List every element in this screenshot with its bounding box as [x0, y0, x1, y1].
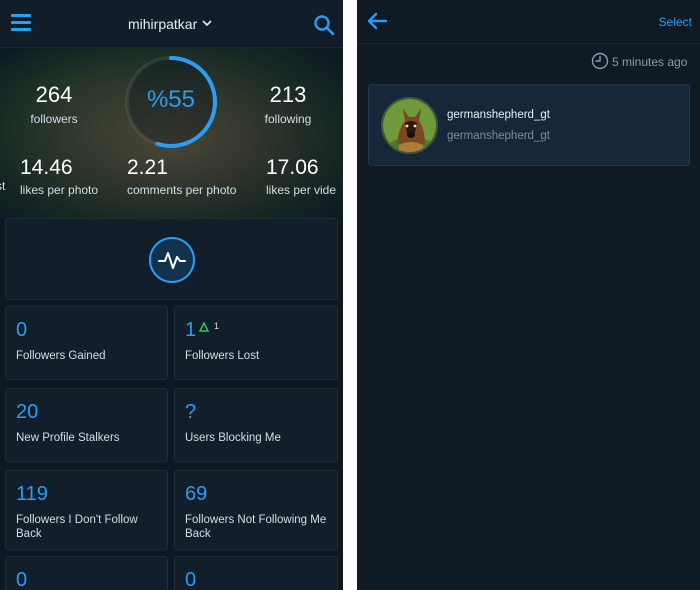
partial-stat: st — [0, 179, 10, 193]
tile-followers-gained[interactable]: 0 Followers Gained — [5, 306, 168, 380]
activity-pulse-icon[interactable] — [148, 236, 196, 284]
tile-label: Followers Gained — [16, 350, 106, 362]
partial-stat-label: st — [0, 179, 6, 193]
tile-followers-i-dont-follow-back[interactable]: 119 Followers I Don't Follow Back — [5, 470, 168, 550]
list-header: Select — [357, 0, 700, 44]
followers-stat[interactable]: 264 followers — [14, 82, 94, 126]
user-handle: germanshepherd_gt — [447, 130, 550, 142]
activity-card[interactable] — [5, 218, 338, 300]
likes-per-photo-value: 14.46 — [20, 156, 73, 179]
tile-value: 20 — [16, 401, 39, 423]
tile-value: 0 — [16, 319, 28, 341]
following-stat[interactable]: 213 following — [248, 82, 328, 126]
clock-icon — [591, 52, 609, 70]
dashboard-screen: mihirpatkar 264 followers %55 213 follow… — [0, 0, 343, 590]
tile-value: ? — [185, 401, 197, 423]
tile-label: Users Blocking Me — [185, 432, 281, 444]
comments-per-photo-stat: 2.21 comments per photo — [127, 156, 257, 197]
tile-label: New Profile Stalkers — [16, 432, 120, 444]
search-icon[interactable] — [313, 14, 335, 36]
following-label: following — [264, 112, 312, 126]
triangle-up-icon — [199, 322, 209, 332]
select-button[interactable]: Select — [659, 15, 692, 29]
comments-per-photo-value: 2.21 — [127, 156, 168, 179]
tile-label: Followers I Don't Follow Back — [16, 514, 138, 540]
likes-per-video-label: likes per vide — [266, 183, 337, 197]
comments-per-photo-label: comments per photo — [127, 183, 237, 197]
hamburger-menu-icon[interactable] — [11, 14, 31, 32]
tile-value: 119 — [16, 483, 48, 505]
tile-partial-right[interactable]: 0 — [174, 556, 338, 590]
avatar[interactable] — [381, 97, 438, 154]
tile-partial-left[interactable]: 0 — [5, 556, 168, 590]
account-username[interactable]: mihirpatkar — [128, 16, 197, 32]
tile-label: Followers Lost — [185, 350, 260, 362]
profile-stats-hero: 264 followers %55 213 following st 14.46… — [0, 48, 343, 218]
user-list-screen: Select 5 minutes ago germanshepherd_gt g… — [357, 0, 700, 590]
followers-count: 264 — [35, 82, 73, 107]
tile-followers-lost[interactable]: 1 1 Followers Lost — [174, 306, 338, 380]
tile-value: 69 — [185, 483, 208, 505]
likes-per-video-stat: 17.06 likes per vide — [266, 156, 343, 197]
last-updated-time: 5 minutes ago — [612, 55, 688, 69]
tile-value: 0 — [16, 569, 28, 590]
tile-followers-not-following-me-back[interactable]: 69 Followers Not Following Me Back — [174, 470, 338, 550]
followers-label: followers — [30, 112, 78, 126]
delta-value: 1 — [214, 321, 220, 331]
tile-label: Followers Not Following Me Back — [185, 514, 327, 540]
likes-per-video-value: 17.06 — [266, 156, 319, 179]
tile-users-blocking-me[interactable]: ? Users Blocking Me — [174, 388, 338, 462]
likes-per-photo-stat: 14.46 likes per photo — [20, 156, 120, 197]
app-header: mihirpatkar — [0, 0, 343, 48]
user-display-name: germanshepherd_gt — [447, 109, 550, 121]
chevron-down-icon[interactable] — [201, 17, 213, 29]
engagement-percent: %55 — [146, 86, 196, 113]
likes-per-photo-label: likes per photo — [20, 183, 99, 197]
list-item[interactable]: germanshepherd_gt germanshepherd_gt — [368, 84, 690, 166]
tile-value: 0 — [185, 569, 197, 590]
back-arrow-icon[interactable] — [367, 12, 387, 30]
following-count: 213 — [269, 82, 307, 107]
delta-badge: 1 — [199, 321, 229, 334]
tile-value: 1 — [185, 319, 197, 341]
dog-avatar-image — [383, 99, 436, 152]
tile-new-profile-stalkers[interactable]: 20 New Profile Stalkers — [5, 388, 168, 462]
